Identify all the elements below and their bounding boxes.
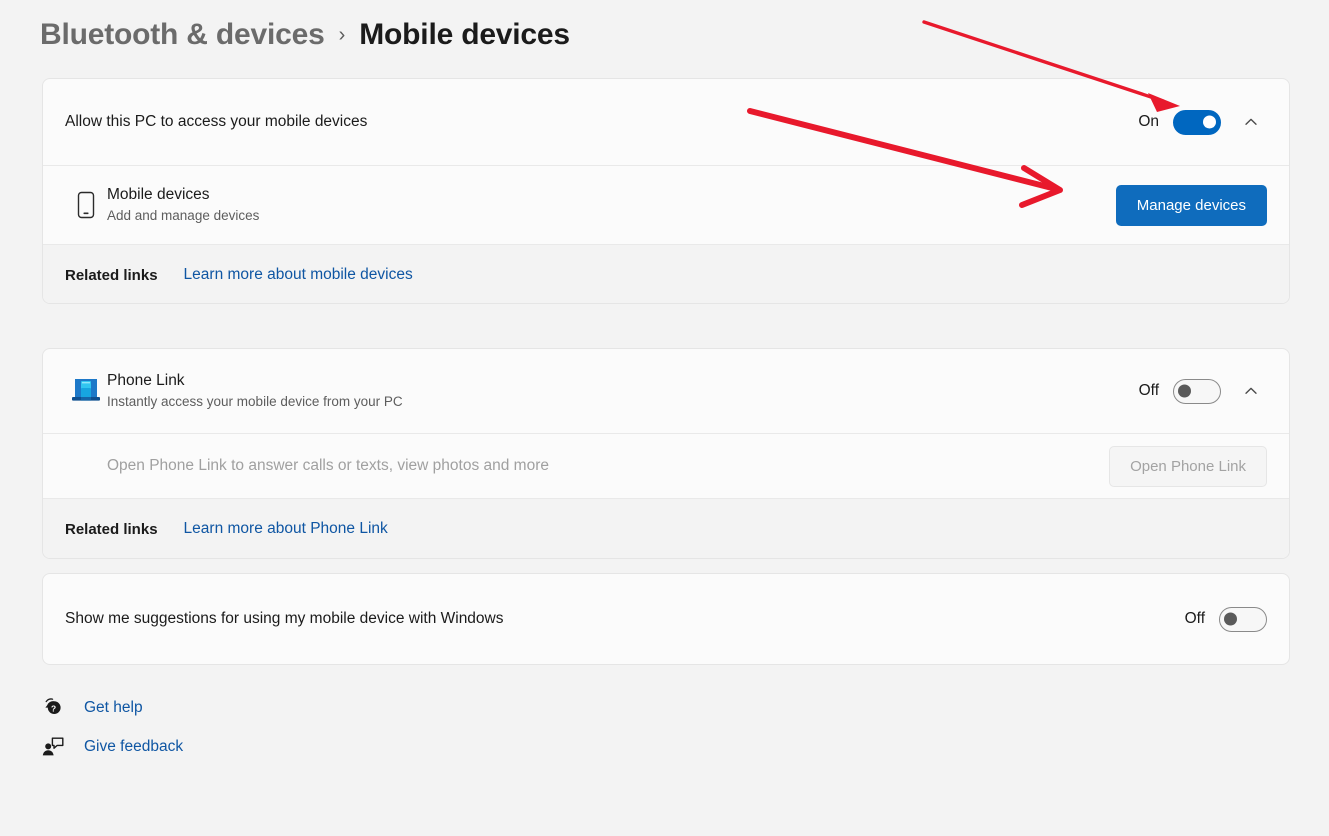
- get-help-label: Get help: [84, 699, 143, 716]
- allow-access-toggle[interactable]: [1173, 109, 1221, 135]
- get-help-link[interactable]: ? Get help: [40, 696, 183, 720]
- open-phone-link-actions: Open Phone Link: [1109, 445, 1267, 487]
- suggestions-toggle[interactable]: [1219, 606, 1267, 632]
- related-links-label: Related links: [65, 520, 158, 538]
- suggestions-text: Show me suggestions for using my mobile …: [65, 610, 1181, 628]
- phone-link-subtitle: Instantly access your mobile device from…: [107, 394, 403, 409]
- breadcrumb: Bluetooth & devices › Mobile devices: [40, 12, 570, 58]
- phone-icon: [65, 191, 107, 219]
- mobile-devices-card: Allow this PC to access your mobile devi…: [42, 78, 1290, 304]
- phone-link-text: Phone Link Instantly access your mobile …: [107, 371, 1135, 411]
- give-feedback-label: Give feedback: [84, 738, 184, 755]
- allow-access-expand-chevron-up-icon[interactable]: [1235, 106, 1267, 138]
- learn-more-mobile-devices-link[interactable]: Learn more about mobile devices: [184, 266, 413, 284]
- footer-links: ? Get help Give feedback: [40, 696, 183, 759]
- suggestions-row: Show me suggestions for using my mobile …: [43, 574, 1289, 664]
- phone-link-toggle[interactable]: [1173, 378, 1221, 404]
- suggestions-label: Show me suggestions for using my mobile …: [65, 610, 504, 627]
- give-feedback-icon: [40, 735, 66, 759]
- toggle-knob: [1224, 612, 1237, 626]
- open-phone-link-label: Open Phone Link to answer calls or texts…: [107, 457, 549, 474]
- phone-link-card: Phone Link Instantly access your mobile …: [42, 348, 1290, 559]
- phone-link-expand-chevron-up-icon[interactable]: [1235, 375, 1267, 407]
- phone-link-controls: Off: [1135, 375, 1267, 407]
- suggestions-toggle-state: Off: [1184, 610, 1205, 627]
- phone-link-toggle-state: Off: [1138, 382, 1159, 399]
- suggestions-card: Show me suggestions for using my mobile …: [42, 573, 1290, 665]
- breadcrumb-separator-icon: ›: [338, 23, 346, 46]
- page-title: Mobile devices: [359, 18, 570, 51]
- allow-access-toggle-state: On: [1138, 113, 1159, 130]
- allow-access-text: Allow this PC to access your mobile devi…: [65, 113, 1135, 131]
- open-phone-link-text: Open Phone Link to answer calls or texts…: [107, 457, 1109, 475]
- open-phone-link-button[interactable]: Open Phone Link: [1109, 445, 1267, 487]
- phone-link-header-row: Phone Link Instantly access your mobile …: [43, 349, 1289, 433]
- phone-link-related-links-row: Related links Learn more about Phone Lin…: [43, 499, 1289, 558]
- suggestions-controls: Off: [1181, 606, 1267, 632]
- open-phone-link-row: Open Phone Link to answer calls or texts…: [43, 434, 1289, 498]
- related-links-label: Related links: [65, 266, 158, 284]
- learn-more-phone-link-link[interactable]: Learn more about Phone Link: [184, 520, 388, 538]
- manage-devices-button[interactable]: Manage devices: [1115, 184, 1267, 226]
- breadcrumb-parent[interactable]: Bluetooth & devices: [40, 18, 325, 52]
- mobile-devices-related-links-row: Related links Learn more about mobile de…: [43, 245, 1289, 303]
- svg-text:?: ?: [51, 703, 56, 713]
- mobile-devices-title: Mobile devices: [107, 186, 210, 203]
- toggle-knob: [1178, 384, 1191, 398]
- phone-link-app-icon: [65, 375, 107, 407]
- mobile-devices-actions: Manage devices: [1115, 184, 1267, 226]
- phone-link-title: Phone Link: [107, 372, 185, 389]
- allow-access-row: Allow this PC to access your mobile devi…: [43, 79, 1289, 165]
- mobile-devices-text: Mobile devices Add and manage devices: [107, 185, 1116, 225]
- get-help-icon: ?: [40, 696, 66, 720]
- toggle-knob: [1203, 115, 1216, 129]
- allow-access-controls: On: [1135, 106, 1267, 138]
- give-feedback-link[interactable]: Give feedback: [40, 735, 183, 759]
- allow-access-label: Allow this PC to access your mobile devi…: [65, 113, 368, 130]
- mobile-devices-subtitle: Add and manage devices: [107, 208, 260, 223]
- mobile-devices-row: Mobile devices Add and manage devices Ma…: [43, 166, 1289, 244]
